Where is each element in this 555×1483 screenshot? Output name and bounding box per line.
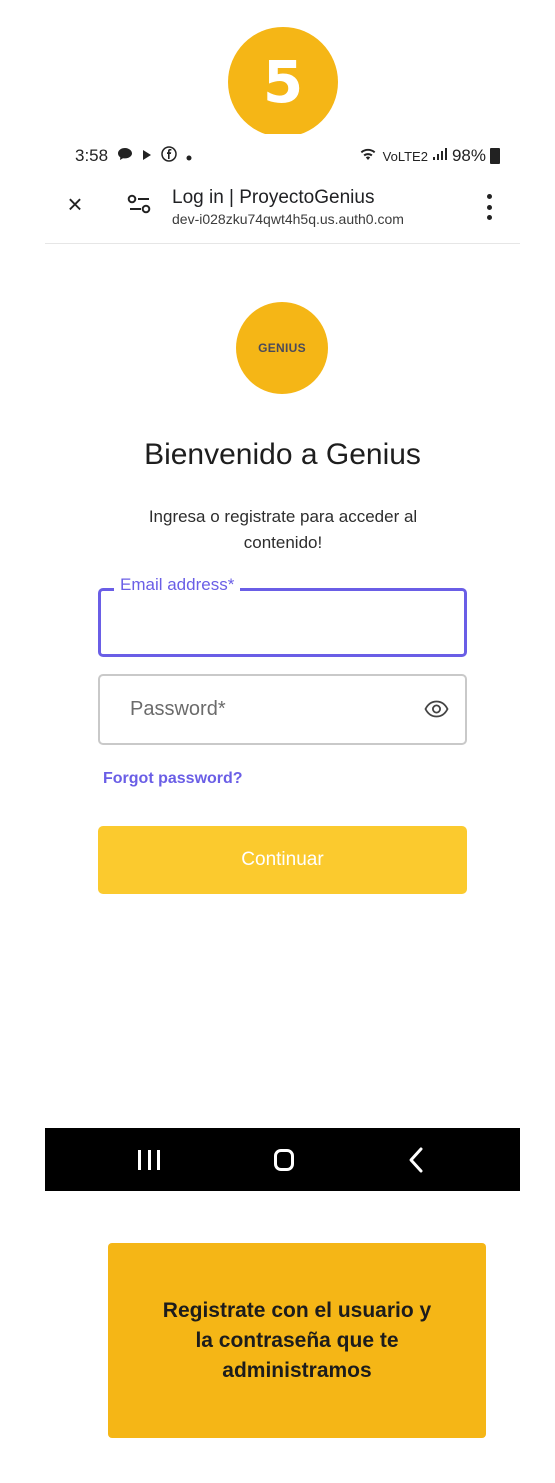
instruction-callout: Registrate con el usuario y la contraseñ… (108, 1243, 486, 1438)
status-left: 3:58 (75, 145, 192, 167)
tune-icon (127, 194, 151, 214)
site-settings-button[interactable] (127, 194, 153, 214)
battery-percent: 98% (451, 146, 486, 165)
signal-icon (432, 146, 448, 166)
home-button[interactable] (274, 1149, 294, 1171)
url-host: dev-i028zku74qwt4h5q.us.auth0.com (172, 211, 404, 227)
chat-bubble-icon (117, 146, 133, 166)
close-icon: × (67, 189, 83, 219)
email-label: Email address* (114, 575, 241, 595)
battery-icon (490, 148, 500, 164)
forgot-password-link[interactable]: Forgot password? (103, 770, 243, 788)
recent-apps-button[interactable] (138, 1150, 160, 1170)
status-right: VoLTE2 98% (357, 146, 500, 167)
status-time: 3:58 (75, 146, 109, 165)
recent-apps-icon (157, 1150, 160, 1170)
genius-logo: GENIUS (236, 302, 328, 394)
continue-button[interactable]: Continuar (98, 826, 467, 894)
show-password-eye-icon[interactable] (424, 700, 449, 718)
page-title: Log in | ProyectoGenius (172, 187, 375, 208)
dot-icon (186, 146, 192, 166)
welcome-subtitle: Ingresa o registrate para acceder al con… (148, 507, 418, 552)
browser-toolbar: × Log in | ProyectoGenius dev-i028zku74q… (45, 178, 520, 244)
password-placeholder: Password* (130, 698, 226, 720)
step-number: 5 (262, 48, 304, 116)
facebook-icon (161, 145, 177, 167)
recent-apps-icon (138, 1150, 141, 1170)
status-bar: 3:58 VoLTE2 98% (45, 134, 520, 178)
phone-screen: 3:58 VoLTE2 98% × Log in | ProyectoGeniu… (45, 134, 520, 1191)
recent-apps-icon (147, 1150, 151, 1170)
network-label: VoLTE2 (382, 148, 428, 164)
password-field[interactable]: Password* (98, 674, 467, 745)
menu-dot-icon (486, 215, 492, 220)
back-button[interactable] (407, 1146, 427, 1174)
more-options-button[interactable] (481, 194, 497, 220)
android-nav-bar (45, 1128, 520, 1191)
logo-text: GENIUS (258, 341, 306, 355)
instruction-text: Registrate con el usuario y la contraseñ… (162, 1298, 432, 1382)
url-block[interactable]: Log in | ProyectoGenius dev-i028zku74qwt… (172, 187, 404, 227)
welcome-heading: Bienvenido a Genius (144, 438, 421, 471)
wifi-icon (357, 146, 379, 167)
menu-dot-icon (486, 194, 492, 199)
play-icon (142, 146, 152, 166)
step-number-badge: 5 (228, 27, 338, 137)
email-field[interactable]: Email address* (98, 575, 467, 657)
close-button[interactable]: × (63, 189, 87, 219)
menu-dot-icon (486, 204, 492, 210)
